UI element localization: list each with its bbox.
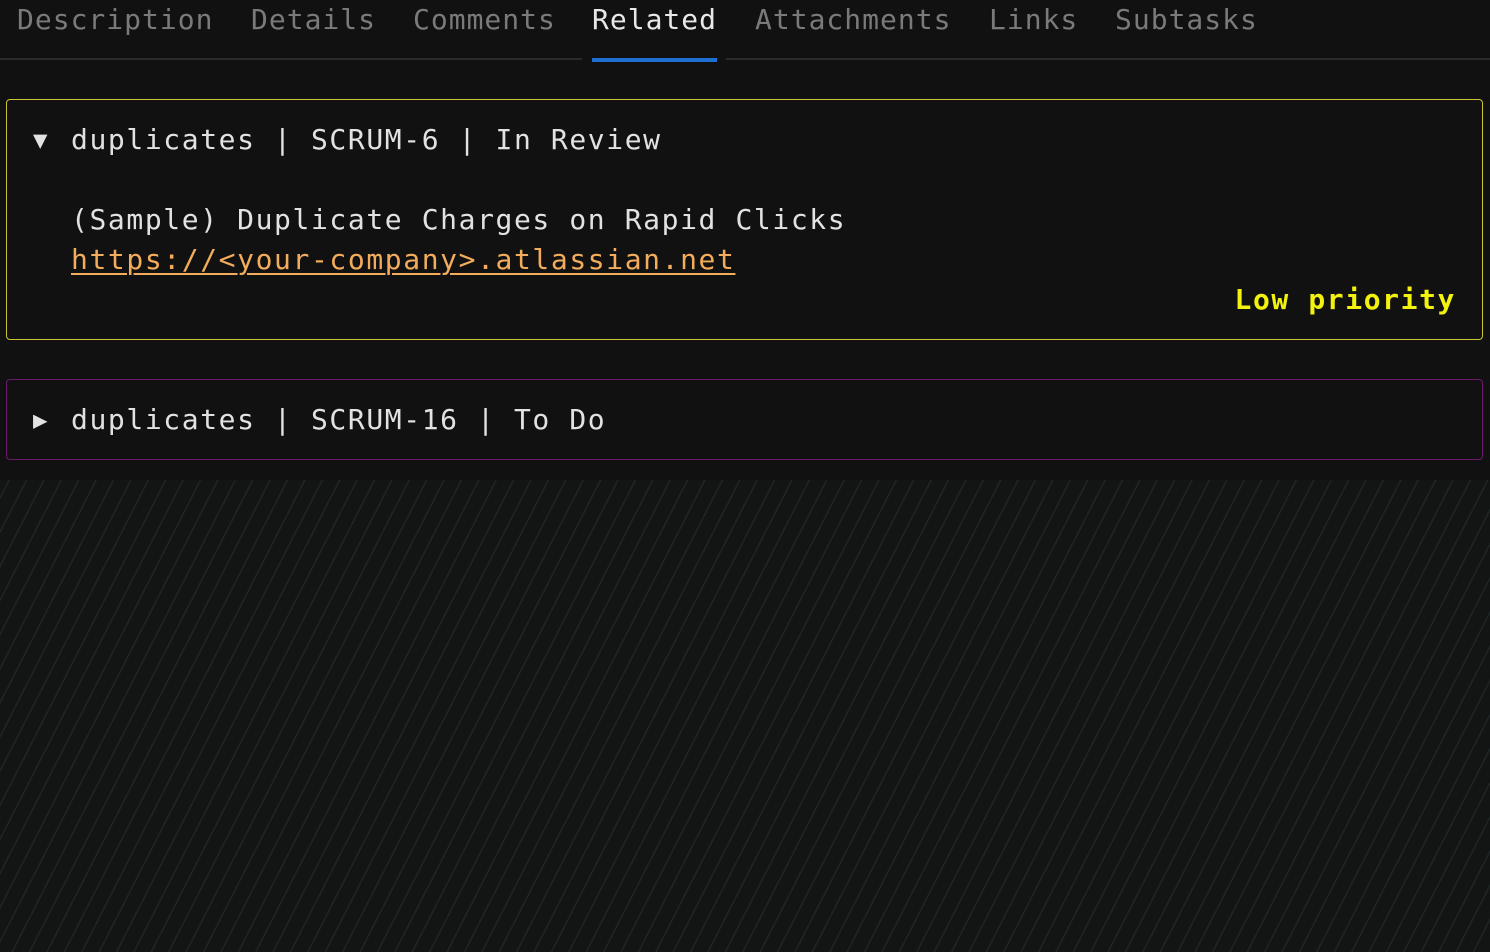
tab-divider-gap [582, 56, 592, 60]
tab-subtasks[interactable]: Subtasks [1115, 0, 1258, 60]
related-issue-summary: duplicates | SCRUM-16 | To Do [71, 403, 607, 436]
tab-details[interactable]: Details [251, 0, 376, 60]
priority-badge: Low priority [1234, 283, 1456, 316]
tab-bar: Description Details Comments Related Att… [0, 0, 1490, 62]
related-issue-card: ▼ duplicates | SCRUM-6 | In Review (Samp… [6, 99, 1483, 340]
related-issue-link[interactable]: https://<your-company>.atlassian.net [71, 243, 735, 276]
related-issue-card: ▶ duplicates | SCRUM-16 | To Do [6, 379, 1483, 460]
tab-description[interactable]: Description [17, 0, 213, 60]
issue-detail-panel: Description Details Comments Related Att… [0, 0, 1490, 952]
triangle-down-icon[interactable]: ▼ [33, 120, 57, 160]
related-issue-body: (Sample) Duplicate Charges on Rapid Clic… [71, 200, 846, 280]
empty-area-hatch [0, 480, 1490, 952]
related-issue-summary: duplicates | SCRUM-6 | In Review [71, 123, 662, 156]
tab-links[interactable]: Links [989, 0, 1078, 60]
tab-related[interactable]: Related [592, 0, 718, 62]
tab-comments[interactable]: Comments [413, 0, 556, 60]
triangle-right-icon[interactable]: ▶ [33, 400, 57, 440]
tab-divider-gap [718, 56, 726, 60]
tab-attachments[interactable]: Attachments [755, 0, 951, 60]
related-issue-title: (Sample) Duplicate Charges on Rapid Clic… [71, 203, 847, 236]
